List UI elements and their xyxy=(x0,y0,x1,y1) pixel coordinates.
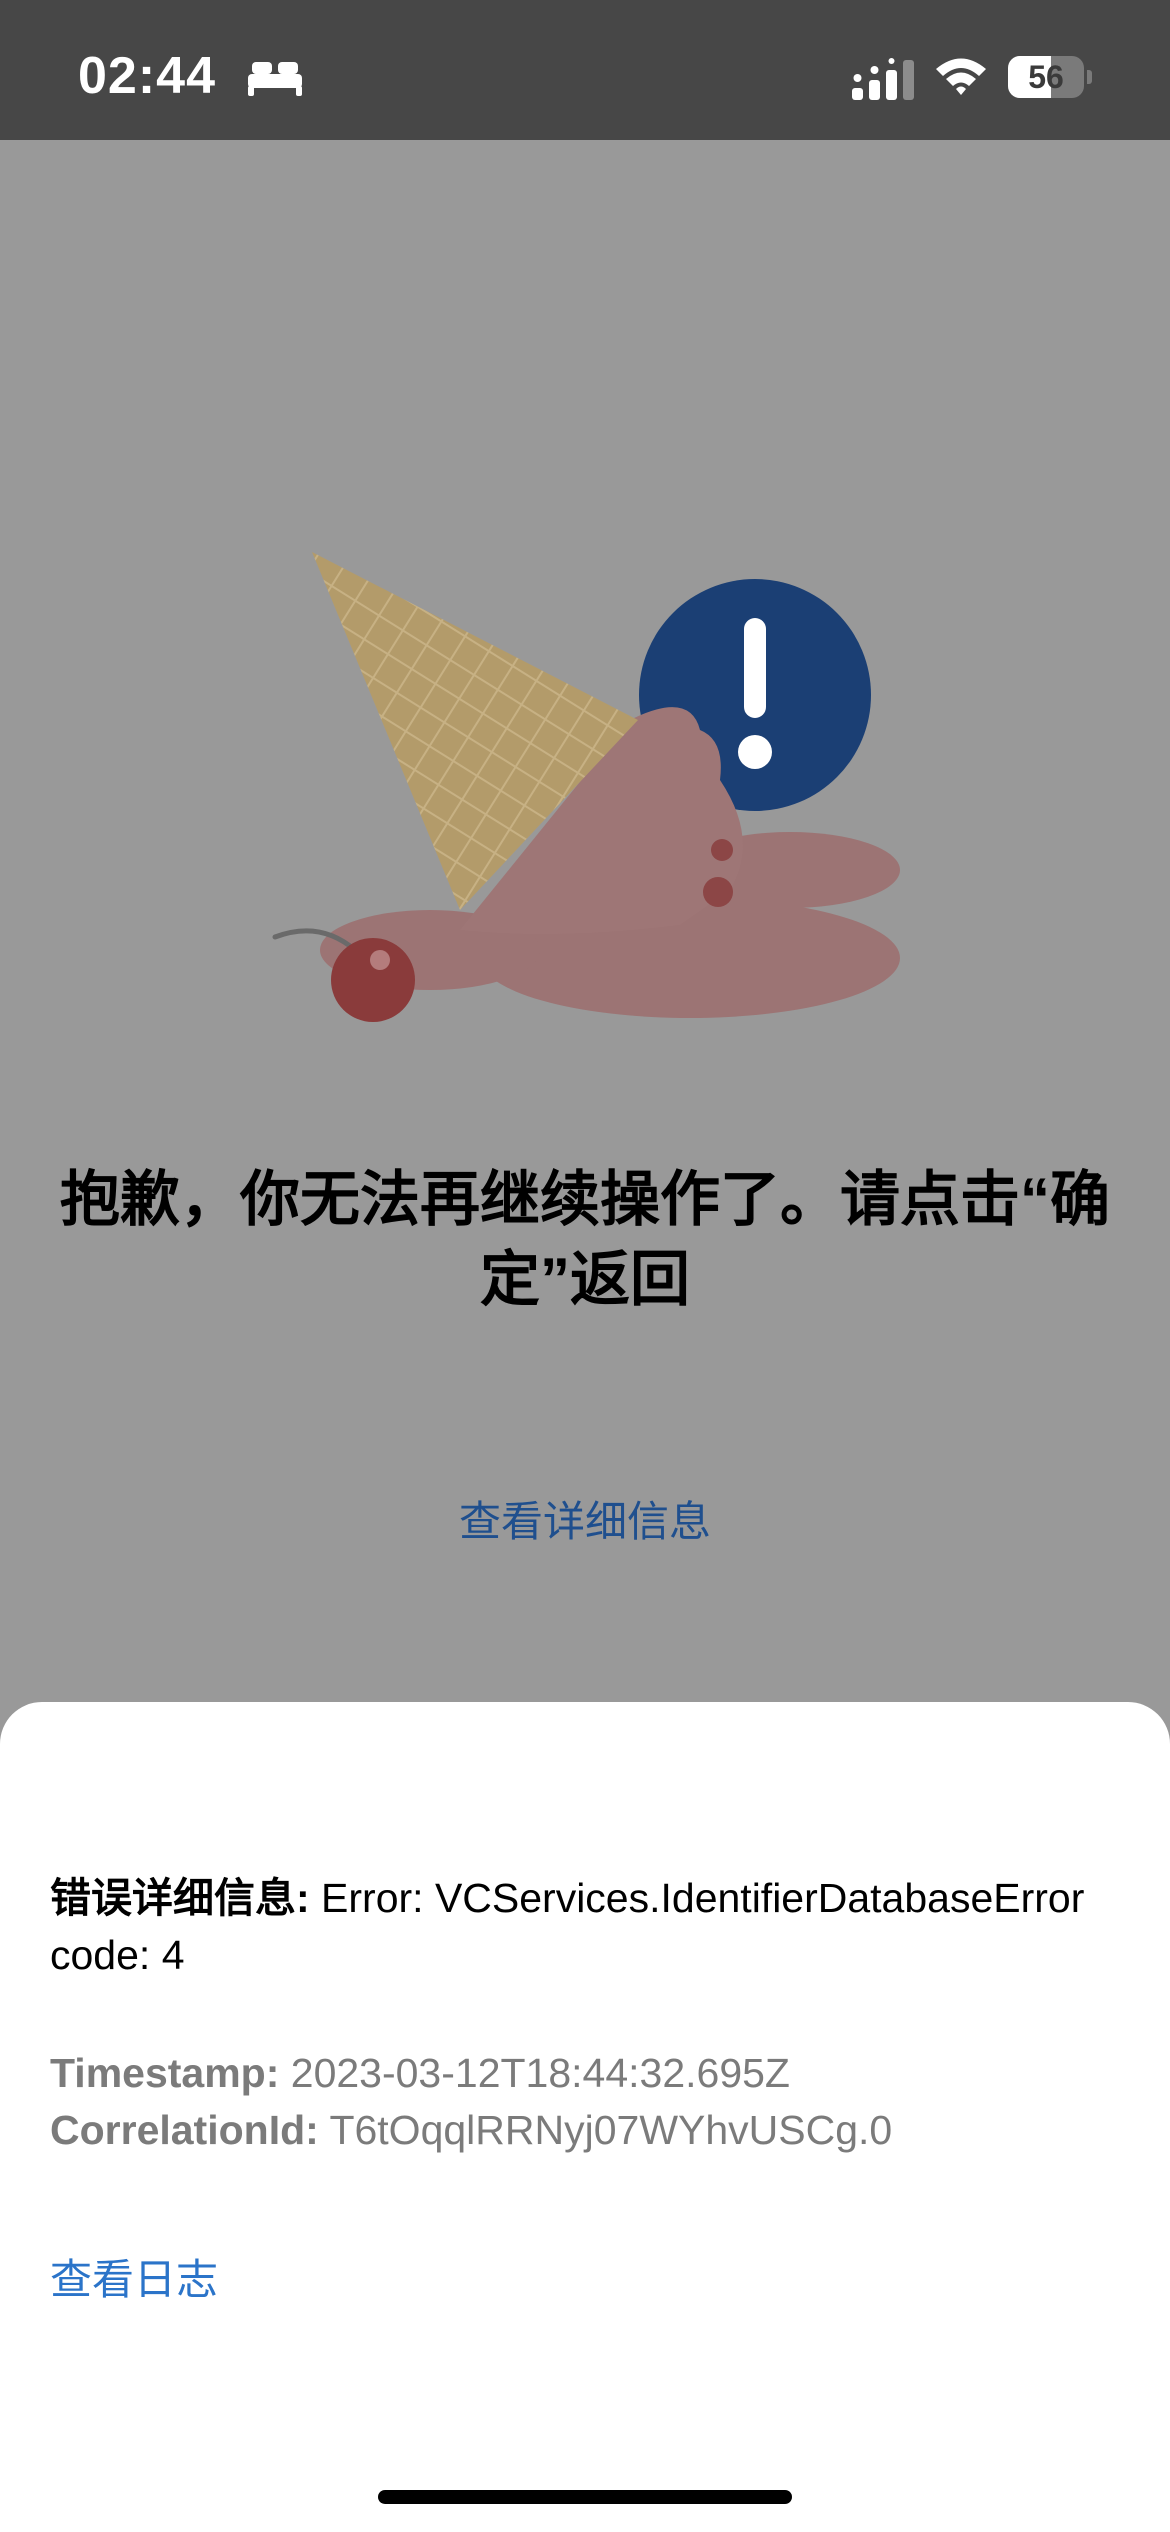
correlation-row: CorrelationId: T6tOqqlRRNyj07WYhvUSCg.0 xyxy=(50,2102,1130,2159)
wifi-icon xyxy=(936,58,986,95)
error-message: 抱歉，你无法再继续操作了。请点击“确定”返回 xyxy=(60,1166,1110,1313)
timestamp-value: 2023-03-12T18:44:32.695Z xyxy=(279,2050,790,2096)
status-time: 02:44 xyxy=(78,47,216,105)
dropped-ice-cream-illustration xyxy=(272,552,900,1022)
battery-tip xyxy=(1087,70,1092,84)
error-details-label: 错误详细信息: xyxy=(50,1875,310,1921)
view-details-link[interactable]: 查看详细信息 xyxy=(335,1492,835,1552)
correlation-label: CorrelationId: xyxy=(50,2107,319,2153)
error-metadata: Timestamp: 2023-03-12T18:44:32.695Z Corr… xyxy=(50,2045,1130,2159)
battery-body: 56 xyxy=(1008,56,1084,98)
timestamp-label: Timestamp: xyxy=(50,2050,280,2096)
cellular-signal-icon xyxy=(852,58,914,100)
error-details: 错误详细信息: Error: VCServices.IdentifierData… xyxy=(50,1870,1130,1984)
correlation-value: T6tOqqlRRNyj07WYhvUSCg.0 xyxy=(318,2107,893,2153)
battery-level: 56 xyxy=(1028,59,1064,95)
home-indicator[interactable] xyxy=(378,2490,792,2504)
view-log-link[interactable]: 查看日志 xyxy=(50,2250,218,2310)
bed-icon xyxy=(248,62,302,96)
error-details-sheet: 错误详细信息: Error: VCServices.IdentifierData… xyxy=(0,1702,1170,2532)
cherry xyxy=(272,928,415,1022)
timestamp-row: Timestamp: 2023-03-12T18:44:32.695Z xyxy=(50,2045,1130,2102)
status-bar: 02:44 56 xyxy=(0,0,1170,140)
battery-icon: 56 xyxy=(1008,56,1092,98)
